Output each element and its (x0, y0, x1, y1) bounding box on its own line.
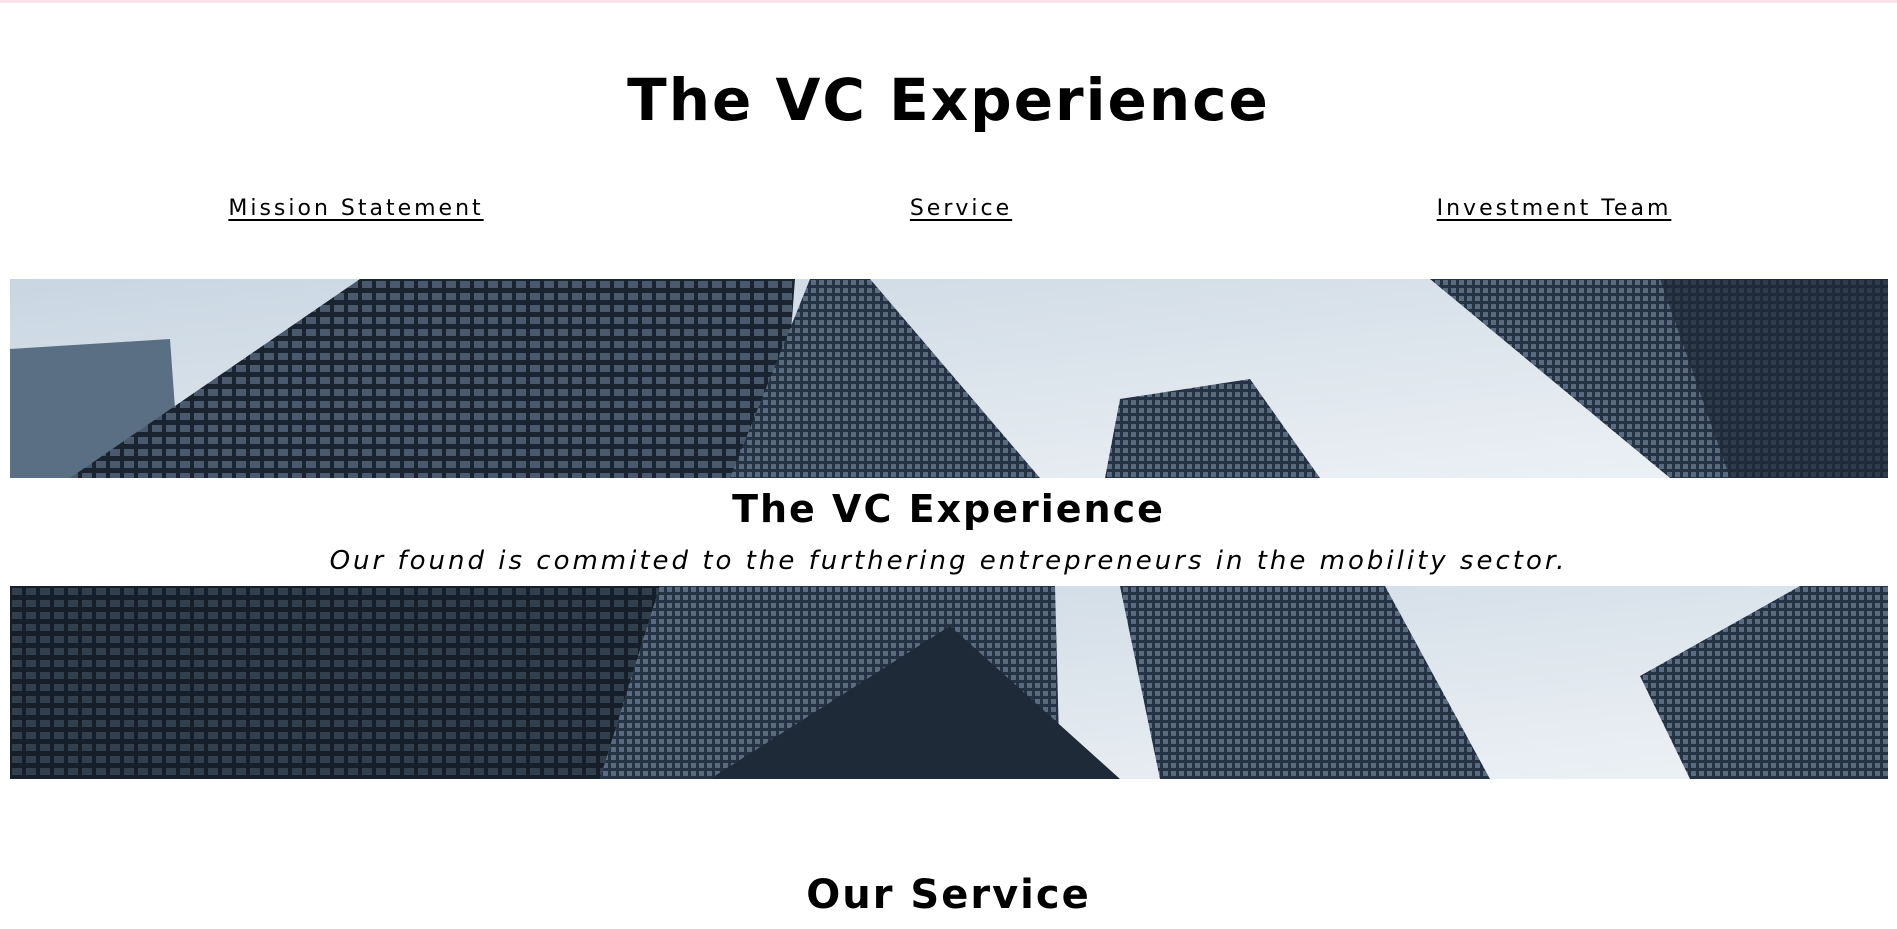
top-accent-bar (0, 0, 1897, 3)
hero-image-bottom (10, 586, 1888, 779)
services-title: Our Service (806, 872, 1091, 918)
hero-tagline: Our found is commited to the furthering … (329, 546, 1568, 576)
hero-image-top (10, 279, 1888, 478)
nav-link-service[interactable]: Service (910, 196, 1012, 221)
site-title: The VC Experience (627, 66, 1270, 134)
nav-link-mission-statement[interactable]: Mission Statement (228, 196, 483, 221)
nav-link-investment-team[interactable]: Investment Team (1437, 196, 1672, 221)
hero-title: The VC Experience (732, 487, 1165, 531)
